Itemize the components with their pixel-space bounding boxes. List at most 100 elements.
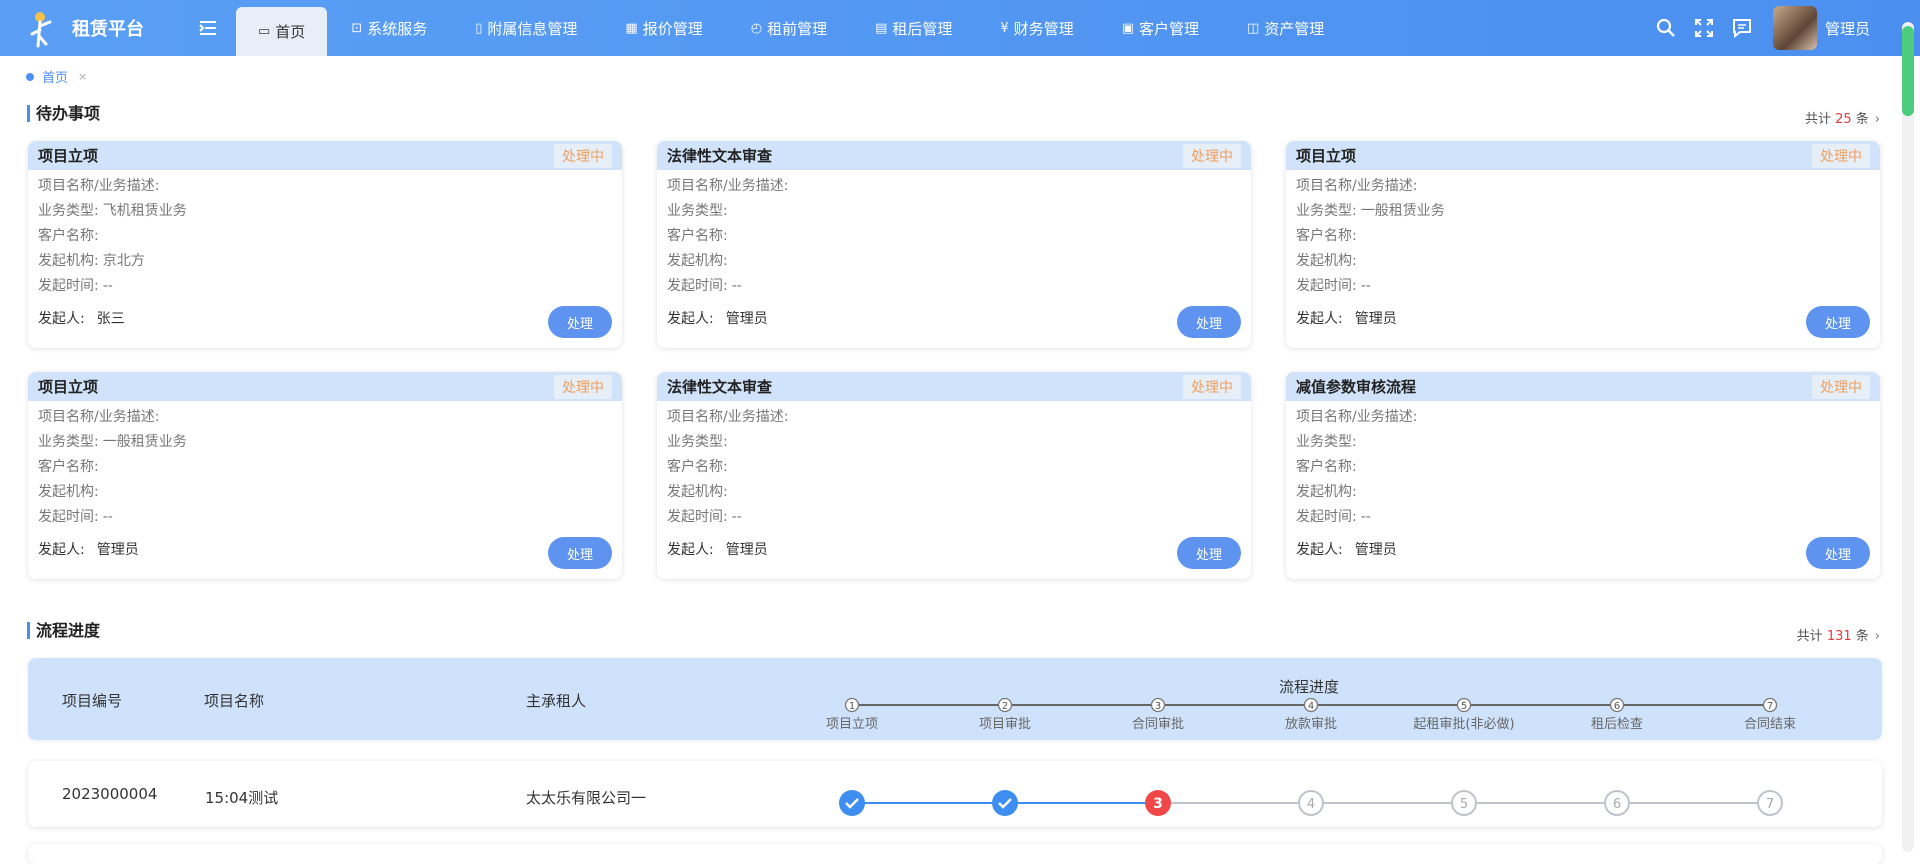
field-label: 发起时间: <box>38 509 99 525</box>
table-row[interactable]: 2023000004 15:04测试 太太乐有限公司一 34567 <box>28 761 1882 827</box>
field-label: 业务类型: <box>667 203 728 219</box>
step-label: 租后检查 <box>1591 717 1643 732</box>
process-count-number: 131 <box>1826 629 1852 644</box>
card-field-type: 业务类型: <box>667 199 1241 224</box>
field-label: 项目名称/业务描述: <box>1296 409 1418 425</box>
user-name[interactable]: 管理员 <box>1825 18 1870 39</box>
field-label: 发起人: <box>38 542 85 558</box>
step-number: 3 <box>1155 701 1161 712</box>
step-number: 4 <box>1307 797 1315 812</box>
card-title: 减值参数审核流程 <box>1296 378 1417 396</box>
menu-toggle-button[interactable] <box>180 0 236 56</box>
nav-item-4[interactable]: ◴ 租前管理 <box>727 0 851 56</box>
todo-count[interactable]: 共计 25 条 › <box>1805 108 1880 127</box>
card-title: 法律性文本审查 <box>667 378 773 396</box>
process-section-title: 流程进度 <box>27 622 100 639</box>
step-number: 6 <box>1613 797 1621 812</box>
field-label: 发起机构: <box>1296 253 1357 269</box>
top-right-tools: 管理员 <box>1647 0 1920 56</box>
field-label: 发起机构: <box>38 484 99 500</box>
breadcrumb-home[interactable]: 首页 <box>42 67 68 86</box>
card-field-desc: 项目名称/业务描述: <box>38 174 612 199</box>
nav-item-label: 资产管理 <box>1264 19 1325 38</box>
field-value: -- <box>1360 278 1371 294</box>
initiator-name: 管理员 <box>96 542 139 558</box>
status-badge: 处理中 <box>554 143 612 168</box>
breadcrumb: 首页 × <box>26 67 87 86</box>
card-field-time: 发起时间: -- <box>38 505 612 530</box>
process-count[interactable]: 共计 131 条 › <box>1797 625 1880 644</box>
logo-icon <box>30 12 52 48</box>
field-label: 发起机构: <box>38 253 99 269</box>
nav-item-5[interactable]: ▤ 租后管理 <box>851 0 976 56</box>
step-label: 合同审批 <box>1132 717 1184 732</box>
card-title: 项目立项 <box>38 147 99 165</box>
handle-button[interactable]: 处理 <box>548 537 612 569</box>
scrollbar-thumb[interactable] <box>1902 26 1914 116</box>
field-label: 项目名称/业务描述: <box>667 409 789 425</box>
handle-button[interactable]: 处理 <box>1177 306 1241 338</box>
initiator-name: 管理员 <box>1354 542 1397 558</box>
field-value: -- <box>102 509 113 525</box>
handle-button[interactable]: 处理 <box>1806 537 1870 569</box>
app-logo[interactable]: 租赁平台 <box>0 0 180 56</box>
field-label: 项目名称/业务描述: <box>667 178 789 194</box>
todo-section-title: 待办事项 <box>27 105 100 122</box>
nav-item-2[interactable]: ▯ 附属信息管理 <box>451 0 601 56</box>
nav-item-0[interactable]: ▭ 首页 <box>236 7 328 56</box>
card-field-type: 业务类型: <box>1296 430 1870 455</box>
avatar[interactable] <box>1772 6 1817 50</box>
step-done-marker <box>992 790 1018 816</box>
card-field-customer: 客户名称: <box>667 224 1241 249</box>
nav-item-6[interactable]: ¥ 财务管理 <box>976 0 1097 56</box>
todo-count-number: 25 <box>1835 112 1852 127</box>
field-label: 发起人: <box>667 542 714 558</box>
card-field-org: 发起机构: <box>1296 480 1870 505</box>
table-row[interactable] <box>28 844 1882 864</box>
initiator-name: 张三 <box>96 311 125 327</box>
card-field-org: 发起机构: <box>38 480 612 505</box>
chevron-right-icon: › <box>1874 112 1880 127</box>
todo-card: 法律性文本审查 处理中 项目名称/业务描述: 业务类型: 客户名称: 发起机构: 发起时间:… <box>657 141 1251 348</box>
handle-button[interactable]: 处理 <box>548 306 612 338</box>
todo-card: 减值参数审核流程 处理中 项目名称/业务描述: 业务类型: 客户名称: 发起机构: 发起时间… <box>1286 372 1880 579</box>
card-body: 项目名称/业务描述: 业务类型: 一般租赁业务 客户名称: 发起机构: 发起时间: -- <box>28 401 622 530</box>
nav-item-1[interactable]: ⊡ 系统服务 <box>327 0 451 56</box>
breadcrumb-close-icon[interactable]: × <box>78 70 87 83</box>
nav-item-8[interactable]: ◫ 资产管理 <box>1223 0 1348 56</box>
search-icon[interactable] <box>1647 0 1685 56</box>
nav-item-label: 首页 <box>275 23 306 41</box>
fullscreen-icon[interactable] <box>1685 0 1723 56</box>
initiator-name: 管理员 <box>725 542 768 558</box>
nav-item-3[interactable]: ▦ 报价管理 <box>601 0 726 56</box>
asset-icon: ◫ <box>1247 20 1260 36</box>
clock-icon: ◴ <box>750 20 763 36</box>
field-label: 发起人: <box>1296 542 1343 558</box>
message-icon[interactable] <box>1723 0 1761 56</box>
monitor-icon: ⊡ <box>351 20 363 36</box>
menu-fold-icon <box>199 21 216 35</box>
field-value: 一般租赁业务 <box>102 434 187 450</box>
card-field-org: 发起机构: <box>667 480 1241 505</box>
card-field-customer: 客户名称: <box>38 224 612 249</box>
card-field-type: 业务类型: <box>667 430 1241 455</box>
field-label: 发起机构: <box>667 484 728 500</box>
scrollbar-track[interactable] <box>1902 22 1914 852</box>
card-field-desc: 项目名称/业务描述: <box>38 405 612 430</box>
main-nav: ▭ 首页 ⊡ 系统服务 ▯ 附属信息管理 ▦ 报价管理 ◴ 租前管理 ▤ 租后管理 ¥ 财务管理 ▣ 客户管理… <box>236 0 1348 56</box>
field-value: -- <box>102 278 113 294</box>
card-field-org: 发起机构: <box>1296 249 1870 274</box>
field-label: 业务类型: <box>667 434 728 450</box>
card-header: 法律性文本审查 处理中 <box>657 141 1251 170</box>
card-header: 法律性文本审查 处理中 <box>657 372 1251 401</box>
card-initiator: 发起人: 管理员 <box>1296 539 1397 559</box>
nav-item-7[interactable]: ▣ 客户管理 <box>1098 0 1223 56</box>
field-value: -- <box>1360 509 1371 525</box>
handle-button[interactable]: 处理 <box>1177 537 1241 569</box>
card-initiator: 发起人: 张三 <box>38 308 125 328</box>
card-field-desc: 项目名称/业务描述: <box>667 405 1241 430</box>
card-field-customer: 客户名称: <box>38 455 612 480</box>
handle-button[interactable]: 处理 <box>1806 306 1870 338</box>
field-label: 业务类型: <box>38 203 99 219</box>
field-value: -- <box>731 509 742 525</box>
